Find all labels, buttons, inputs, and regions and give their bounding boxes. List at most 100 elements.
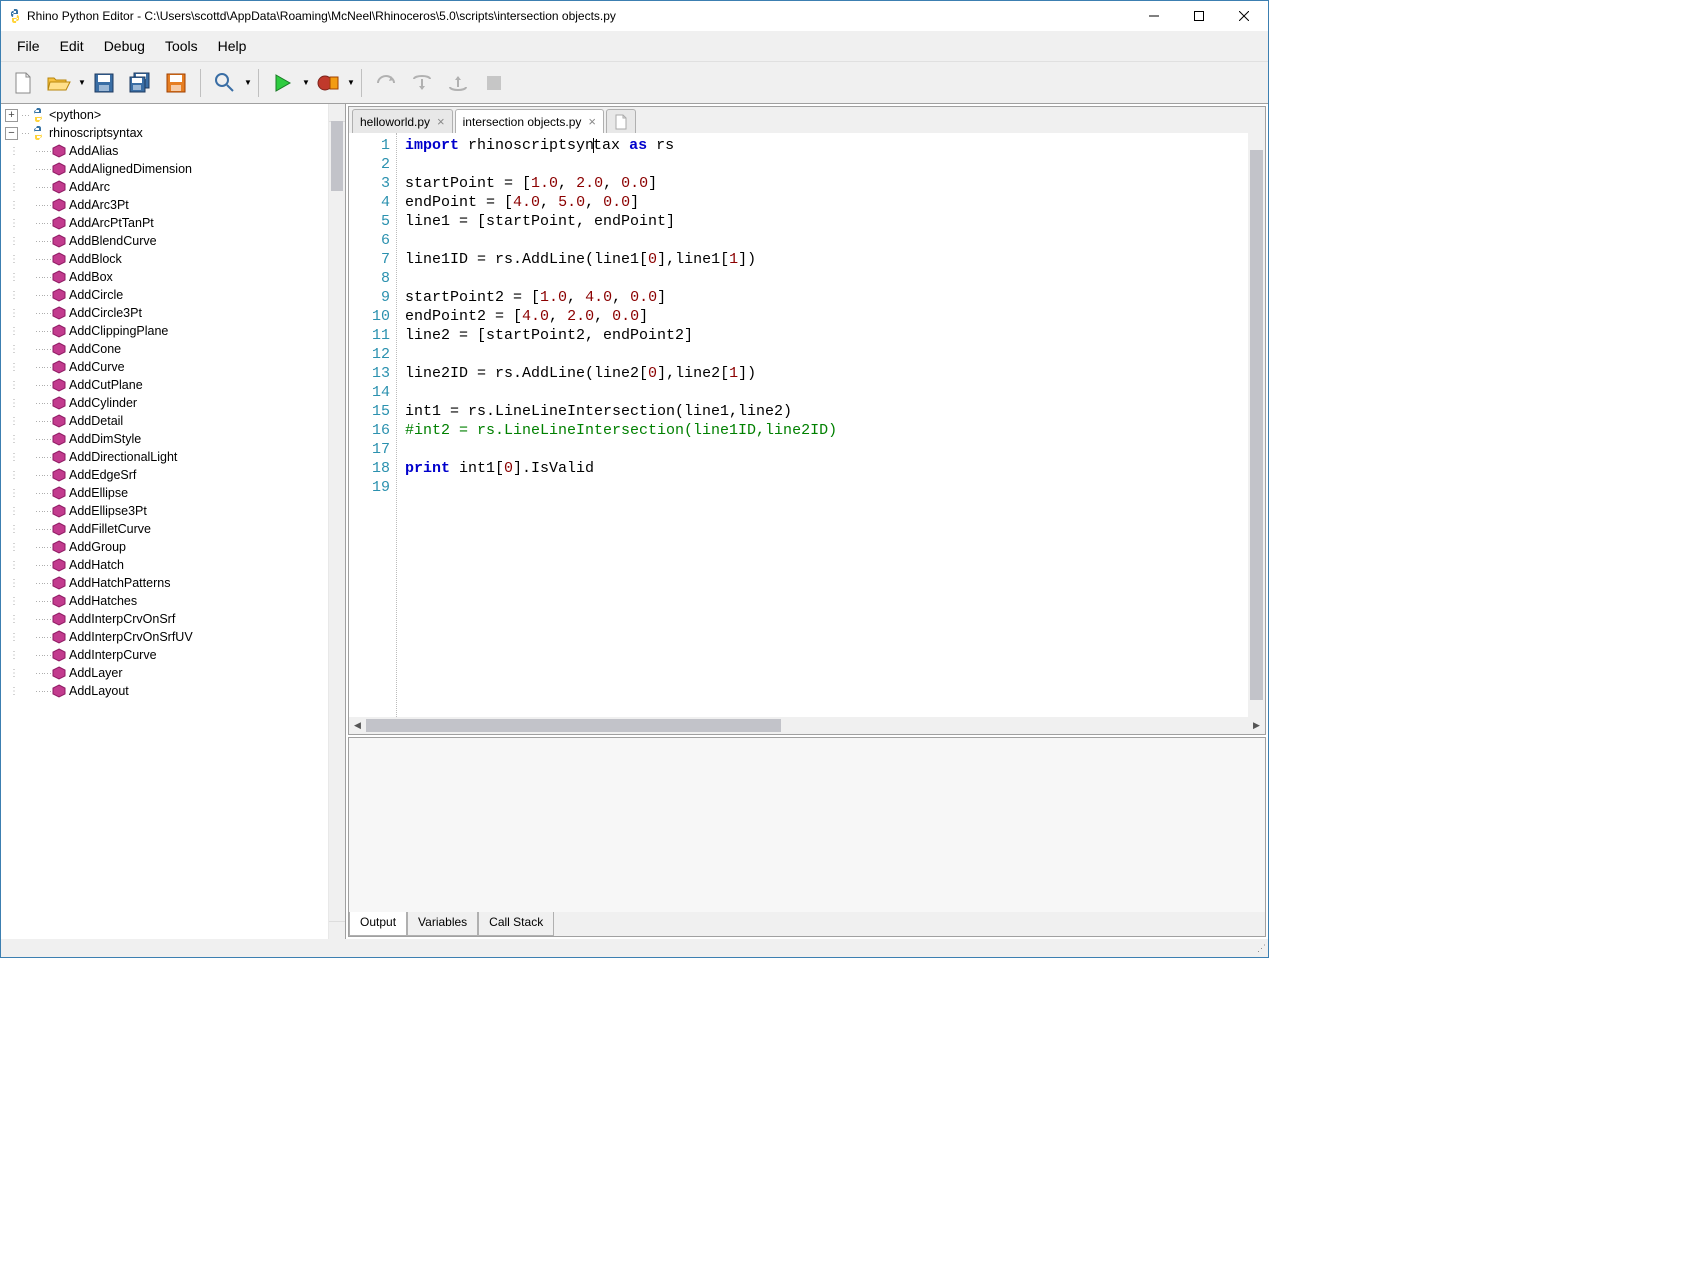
tree-root-python[interactable]: + ⋯ <python> (1, 106, 328, 124)
tab-output[interactable]: Output (349, 912, 407, 936)
scrollbar-thumb[interactable] (1250, 150, 1263, 700)
tree-label: AddGroup (69, 540, 126, 554)
scrollbar-thumb[interactable] (331, 121, 343, 191)
tree-root-rhinoscriptsyntax[interactable]: − ⋯ rhinoscriptsyntax (1, 124, 328, 142)
close-icon[interactable]: × (588, 114, 596, 129)
tree-item[interactable]: ⋮⋯⋯AddInterpCrvOnSrfUV (1, 628, 328, 646)
tree-item[interactable]: ⋮⋯⋯AddBlendCurve (1, 232, 328, 250)
collapse-icon[interactable]: − (5, 127, 18, 140)
tree-item[interactable]: ⋮⋯⋯AddBox (1, 268, 328, 286)
resize-grip-icon[interactable]: ⋰ (1257, 943, 1266, 954)
scrollbar-thumb[interactable] (366, 719, 781, 732)
tree-item[interactable]: ⋮⋯⋯AddEllipse (1, 484, 328, 502)
menu-tools[interactable]: Tools (155, 34, 208, 58)
tree-item[interactable]: ⋮⋯⋯AddDirectionalLight (1, 448, 328, 466)
stop-button[interactable] (477, 66, 511, 100)
tree-item[interactable]: ⋮⋯⋯AddFilletCurve (1, 520, 328, 538)
tree-item[interactable]: ⋮⋯⋯AddCutPlane (1, 376, 328, 394)
editor-vscrollbar[interactable] (1248, 133, 1265, 717)
breakpoint-dropdown-icon[interactable]: ▼ (347, 78, 355, 87)
tree-item[interactable]: ⋮⋯⋯AddLayout (1, 682, 328, 700)
tree-scrollbar[interactable] (328, 104, 345, 939)
tree-item[interactable]: ⋮⋯⋯AddBlock (1, 250, 328, 268)
menu-file[interactable]: File (7, 34, 50, 58)
method-icon (52, 270, 66, 284)
fold-margin[interactable] (349, 133, 359, 717)
scroll-right-icon[interactable]: ▶ (1248, 717, 1265, 734)
maximize-button[interactable] (1176, 1, 1221, 31)
breakpoint-button[interactable] (311, 66, 345, 100)
tree-item[interactable]: ⋮⋯⋯AddArcPtTanPt (1, 214, 328, 232)
method-icon (52, 306, 66, 320)
tree-label: AddHatchPatterns (69, 576, 170, 590)
tree-item[interactable]: ⋮⋯⋯AddClippingPlane (1, 322, 328, 340)
tree-item[interactable]: ⋮⋯⋯AddCircle (1, 286, 328, 304)
tree-item[interactable]: ⋮⋯⋯AddLayer (1, 664, 328, 682)
tree-item[interactable]: ⋮⋯⋯AddDetail (1, 412, 328, 430)
new-tab-button[interactable] (606, 109, 636, 133)
tree-view[interactable]: + ⋯ <python> − ⋯ rhinoscriptsyntax ⋮⋯⋯Ad… (1, 104, 328, 939)
step-out-button[interactable] (441, 66, 475, 100)
save-as-button[interactable] (159, 66, 193, 100)
menu-edit[interactable]: Edit (50, 34, 94, 58)
tab-helloworld[interactable]: helloworld.py× (352, 109, 453, 133)
save-all-button[interactable] (123, 66, 157, 100)
tree-label: AddArc3Pt (69, 198, 129, 212)
tree-item[interactable]: ⋮⋯⋯AddArc3Pt (1, 196, 328, 214)
tree-item[interactable]: ⋮⋯⋯AddCylinder (1, 394, 328, 412)
step-over-button[interactable] (369, 66, 403, 100)
scroll-left-icon[interactable]: ◀ (349, 717, 366, 734)
open-dropdown-icon[interactable]: ▼ (78, 78, 86, 87)
tree-label: AddDirectionalLight (69, 450, 177, 464)
toolbar: ▼ ▼ ▼ ▼ (1, 61, 1268, 103)
tab-intersection-objects[interactable]: intersection objects.py × (455, 109, 604, 133)
tree-item[interactable]: ⋮⋯⋯AddCurve (1, 358, 328, 376)
close-icon[interactable]: × (437, 114, 445, 129)
step-into-button[interactable] (405, 66, 439, 100)
minimize-button[interactable] (1131, 1, 1176, 31)
method-icon (52, 684, 66, 698)
method-icon (52, 612, 66, 626)
tree-item[interactable]: ⋮⋯⋯AddCircle3Pt (1, 304, 328, 322)
tab-label: intersection objects.py (463, 115, 582, 129)
tree-item[interactable]: ⋮⋯⋯AddAlias (1, 142, 328, 160)
tree-label: AddArcPtTanPt (69, 216, 154, 230)
method-icon (52, 486, 66, 500)
run-dropdown-icon[interactable]: ▼ (302, 78, 310, 87)
output-area[interactable] (349, 738, 1265, 912)
tab-callstack[interactable]: Call Stack (478, 912, 554, 936)
tree-item[interactable]: ⋮⋯⋯AddHatchPatterns (1, 574, 328, 592)
open-file-button[interactable] (42, 66, 76, 100)
tree-item[interactable]: ⋮⋯⋯AddGroup (1, 538, 328, 556)
tree-item[interactable]: ⋮⋯⋯AddInterpCurve (1, 646, 328, 664)
editor-hscrollbar[interactable]: ◀ ▶ (349, 717, 1265, 734)
toolbar-separator (258, 69, 259, 97)
tree-item[interactable]: ⋮⋯⋯AddHatch (1, 556, 328, 574)
code-editor[interactable]: import rhinoscriptsyntax as rs startPoin… (397, 133, 1248, 717)
find-button[interactable] (208, 66, 242, 100)
tree-label: AddCircle3Pt (69, 306, 142, 320)
menu-debug[interactable]: Debug (94, 34, 155, 58)
tree-item[interactable]: ⋮⋯⋯AddDimStyle (1, 430, 328, 448)
tree-item[interactable]: ⋮⋯⋯AddEllipse3Pt (1, 502, 328, 520)
run-button[interactable] (266, 66, 300, 100)
method-icon (52, 252, 66, 266)
editor-block: helloworld.py× intersection objects.py× … (348, 106, 1266, 735)
method-icon (52, 396, 66, 410)
method-icon (52, 360, 66, 374)
new-file-button[interactable] (6, 66, 40, 100)
save-button[interactable] (87, 66, 121, 100)
tree-item[interactable]: ⋮⋯⋯AddEdgeSrf (1, 466, 328, 484)
expand-icon[interactable]: + (5, 109, 18, 122)
tree-item[interactable]: ⋮⋯⋯AddCone (1, 340, 328, 358)
tree-item[interactable]: ⋮⋯⋯AddInterpCrvOnSrf (1, 610, 328, 628)
tree-item[interactable]: ⋮⋯⋯AddAlignedDimension (1, 160, 328, 178)
tree-item[interactable]: ⋮⋯⋯AddArc (1, 178, 328, 196)
close-button[interactable] (1221, 1, 1266, 31)
tree-label: AddAlignedDimension (69, 162, 192, 176)
menubar: File Edit Debug Tools Help (1, 31, 1268, 61)
menu-help[interactable]: Help (208, 34, 257, 58)
tab-variables[interactable]: Variables (407, 912, 478, 936)
find-dropdown-icon[interactable]: ▼ (244, 78, 252, 87)
tree-item[interactable]: ⋮⋯⋯AddHatches (1, 592, 328, 610)
